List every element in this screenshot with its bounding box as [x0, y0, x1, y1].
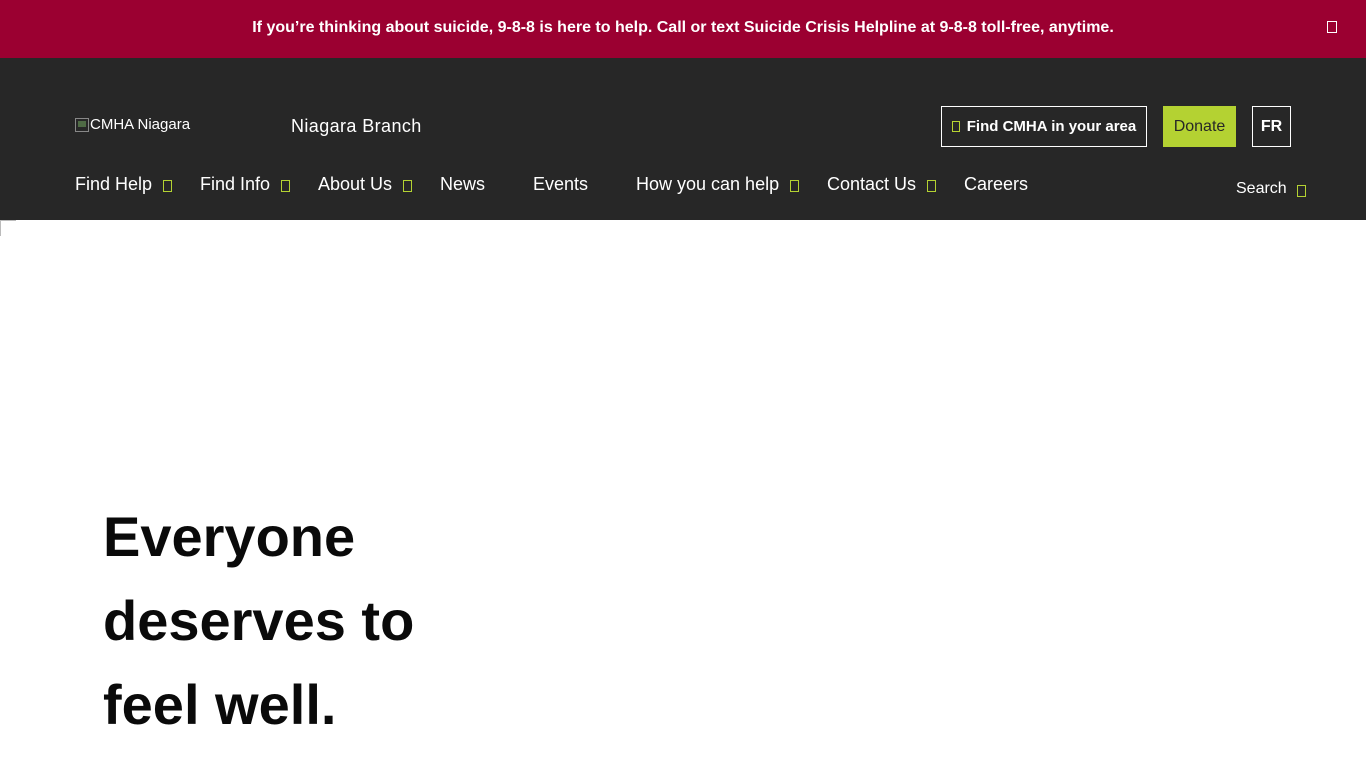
crisis-alert-message: If you’re thinking about suicide, 9-8-8 …: [252, 19, 1114, 36]
chevron-down-icon: [403, 180, 413, 192]
hero-title-line: deserves to: [103, 589, 415, 652]
find-cmha-label: Find CMHA in your area: [966, 118, 1137, 135]
nav-item-careers[interactable]: Careers: [964, 174, 1028, 195]
search-icon: [1296, 184, 1306, 197]
nav-item-find-help[interactable]: Find Help: [75, 174, 173, 195]
language-toggle-button[interactable]: FR: [1252, 106, 1291, 147]
nav-item-contact-us[interactable]: Contact Us: [827, 174, 937, 195]
search-label: Search: [1236, 180, 1287, 197]
nav-item-label: How you can help: [636, 174, 780, 194]
nav-item-label: Find Help: [75, 174, 153, 194]
chevron-down-icon: [281, 180, 291, 192]
nav-item-label: Events: [533, 174, 589, 194]
chevron-down-icon: [927, 180, 937, 192]
nav-item-label: News: [440, 174, 486, 194]
nav-item-label: Careers: [964, 174, 1029, 194]
hero-title-line: Everyone: [103, 505, 356, 568]
crisis-alert-bar: If you’re thinking about suicide, 9-8-8 …: [0, 0, 1366, 58]
broken-image-icon: [75, 117, 89, 132]
logo-alt-text: CMHA Niagara: [90, 116, 191, 133]
location-icon: [951, 121, 960, 132]
nav-item-label: Find Info: [200, 174, 271, 194]
nav-item-label: Contact Us: [827, 174, 917, 194]
site-header: CMHA Niagara Niagara Branch Find CMHA in…: [0, 58, 1366, 220]
branch-name: Niagara Branch: [291, 116, 422, 136]
nav-item-label: About Us: [318, 174, 393, 194]
chevron-down-icon: [790, 180, 800, 192]
nav-item-events[interactable]: Events: [533, 174, 588, 195]
search-toggle[interactable]: Search: [1236, 180, 1306, 198]
nav-item-news[interactable]: News: [440, 174, 485, 195]
nav-item-how-you-can-help[interactable]: How you can help: [636, 174, 800, 195]
close-icon[interactable]: [1327, 21, 1337, 33]
nav-item-about-us[interactable]: About Us: [318, 174, 413, 195]
hero-title-line: feel well.: [103, 673, 337, 736]
hero-title: Everyone deserves to feel well.: [103, 495, 523, 747]
nav-item-find-info[interactable]: Find Info: [200, 174, 291, 195]
find-cmha-button[interactable]: Find CMHA in your area: [941, 106, 1147, 147]
chevron-down-icon: [163, 180, 173, 192]
donate-button[interactable]: Donate: [1163, 106, 1236, 147]
hero-image-placeholder: [0, 220, 16, 236]
logo[interactable]: CMHA Niagara: [75, 116, 190, 133]
